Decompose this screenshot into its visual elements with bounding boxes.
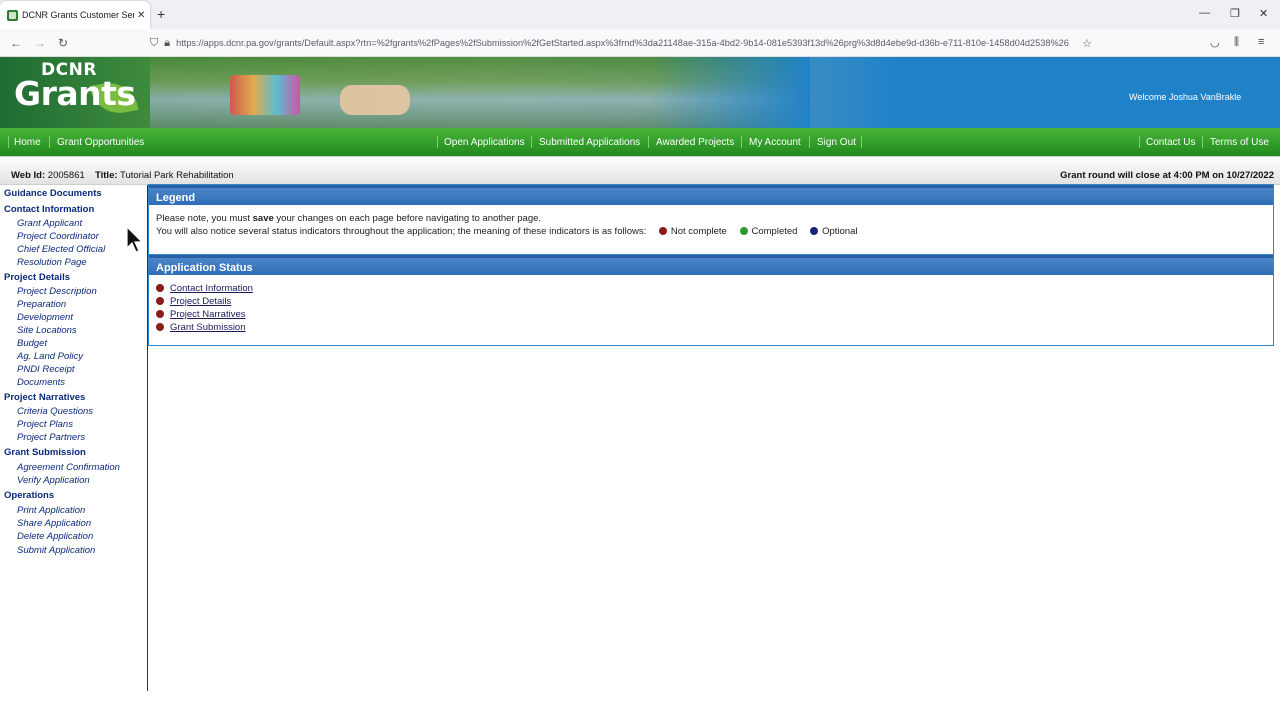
restore-icon[interactable]: ❐ xyxy=(1230,7,1240,20)
menu-home[interactable]: Home xyxy=(14,137,41,148)
menu-terms-of-use[interactable]: Terms of Use xyxy=(1210,137,1269,148)
sidebar-item-criteria-questions[interactable]: Criteria Questions xyxy=(17,406,93,417)
menu-submitted-applications[interactable]: Submitted Applications xyxy=(539,137,640,148)
sidebar-project-narratives[interactable]: Project Narratives xyxy=(4,392,85,403)
back-icon[interactable]: ← xyxy=(10,36,22,50)
not-complete-dot-icon xyxy=(156,297,164,305)
status-item: Project Narratives xyxy=(156,309,246,320)
library-icon[interactable]: ⫼ xyxy=(1234,36,1239,49)
status-link-grant-submission[interactable]: Grant Submission xyxy=(170,322,246,333)
address-bar[interactable]: ⛉ 🔒︎ https://apps.dcnr.pa.gov/grants/Def… xyxy=(150,32,1125,54)
not-complete-dot-icon xyxy=(156,310,164,318)
banner-photo xyxy=(150,57,810,128)
tab-title: DCNR Grants Customer Service xyxy=(22,10,134,20)
pocket-icon[interactable]: ◡ xyxy=(1210,36,1220,49)
browser-nav-bar: ← → ↻ ⛉ 🔒︎ https://apps.dcnr.pa.gov/gran… xyxy=(0,29,1280,57)
mouse-cursor-icon xyxy=(126,226,144,253)
application-status-title: Application Status xyxy=(149,255,1273,275)
sidebar-nav: Guidance Documents Contact Information G… xyxy=(0,185,148,691)
completed-dot-icon xyxy=(739,227,748,235)
browser-tab-bar: DCNR Grants Customer Service ✕ + — ❐ ✕ xyxy=(0,0,1280,29)
sidebar-item-chief-elected-official[interactable]: Chief Elected Official xyxy=(17,244,105,255)
menu-awarded-projects[interactable]: Awarded Projects xyxy=(656,137,734,148)
menu-open-applications[interactable]: Open Applications xyxy=(444,137,525,148)
sidebar-item-budget[interactable]: Budget xyxy=(17,338,47,349)
sidebar-grant-submission[interactable]: Grant Submission xyxy=(4,447,86,458)
sidebar-item-project-plans[interactable]: Project Plans xyxy=(17,419,73,430)
web-id: Web Id: 2005861 xyxy=(11,170,85,181)
forward-icon[interactable]: → xyxy=(34,36,46,50)
menu-my-account[interactable]: My Account xyxy=(749,137,801,148)
sidebar-item-development[interactable]: Development xyxy=(17,312,73,323)
sidebar-item-grant-applicant[interactable]: Grant Applicant xyxy=(17,218,82,229)
sidebar-item-agreement-confirmation[interactable]: Agreement Confirmation xyxy=(17,462,120,473)
application-title: Title: Tutorial Park Rehabilitation xyxy=(95,170,234,181)
reload-icon[interactable]: ↻ xyxy=(58,36,68,50)
legend-indicators-note: You will also notice several status indi… xyxy=(156,226,858,237)
sidebar-item-project-coordinator[interactable]: Project Coordinator xyxy=(17,231,99,242)
not-complete-dot-icon xyxy=(156,284,164,292)
sidebar-item-delete-application[interactable]: Delete Application xyxy=(17,531,93,542)
sidebar-item-submit-application[interactable]: Submit Application xyxy=(17,545,95,556)
status-item: Contact Information xyxy=(156,283,253,294)
legend-panel: Legend Please note, you must save your c… xyxy=(148,184,1274,255)
menu-sign-out[interactable]: Sign Out xyxy=(817,137,856,148)
application-status-panel: Application Status Contact Information P… xyxy=(148,254,1274,346)
sidebar-item-documents[interactable]: Documents xyxy=(17,377,65,388)
sidebar-item-preparation[interactable]: Preparation xyxy=(17,299,66,310)
optional-dot-icon xyxy=(810,227,819,235)
menu-contact-us[interactable]: Contact Us xyxy=(1146,137,1195,148)
browser-tab[interactable]: DCNR Grants Customer Service ✕ xyxy=(0,1,150,29)
sidebar-contact-information[interactable]: Contact Information xyxy=(4,204,94,215)
sidebar-guidance-documents[interactable]: Guidance Documents xyxy=(4,188,102,199)
sidebar-item-ag-land-policy[interactable]: Ag. Land Policy xyxy=(17,351,83,362)
legend-title: Legend xyxy=(149,185,1273,205)
playground-image xyxy=(230,75,300,115)
status-link-contact-information[interactable]: Contact Information xyxy=(170,283,253,294)
sidebar-item-share-application[interactable]: Share Application xyxy=(17,518,91,529)
status-link-project-narratives[interactable]: Project Narratives xyxy=(170,309,246,320)
sidebar-item-site-locations[interactable]: Site Locations xyxy=(17,325,77,336)
close-tab-icon[interactable]: ✕ xyxy=(137,10,145,21)
site-favicon-icon xyxy=(7,9,18,21)
welcome-text: Welcome Joshua VanBrakle xyxy=(1129,92,1242,102)
sidebar-item-verify-application[interactable]: Verify Application xyxy=(17,475,90,486)
menu-grant-opportunities[interactable]: Grant Opportunities xyxy=(57,137,144,148)
application-info-bar: Web Id: 2005861 Title: Tutorial Park Reh… xyxy=(0,156,1280,185)
main-menu: Home Grant Opportunities Open Applicatio… xyxy=(0,128,1280,156)
lock-icon[interactable]: 🔒︎ xyxy=(164,37,170,50)
sidebar-operations: Operations xyxy=(4,490,55,501)
dcnr-grants-logo[interactable]: DCNR Grants xyxy=(14,62,136,111)
not-complete-dot-icon xyxy=(658,227,667,235)
shield-icon[interactable]: ⛉ xyxy=(150,37,158,50)
status-item: Grant Submission xyxy=(156,322,246,333)
status-item: Project Details xyxy=(156,296,231,307)
new-tab-icon[interactable]: + xyxy=(157,6,165,22)
not-complete-dot-icon xyxy=(156,323,164,331)
sidebar-project-details[interactable]: Project Details xyxy=(4,272,70,283)
minimize-icon[interactable]: — xyxy=(1199,7,1210,19)
status-link-project-details[interactable]: Project Details xyxy=(170,296,231,307)
bookmark-star-icon[interactable]: ☆ xyxy=(1082,37,1092,50)
legend-save-note: Please note, you must save your changes … xyxy=(156,213,542,224)
url-text[interactable]: https://apps.dcnr.pa.gov/grants/Default.… xyxy=(176,38,1076,48)
handshake-image xyxy=(340,85,410,115)
sidebar-item-resolution-page[interactable]: Resolution Page xyxy=(17,257,87,268)
round-close-notice: Grant round will close at 4:00 PM on 10/… xyxy=(1060,170,1274,181)
sidebar-item-print-application[interactable]: Print Application xyxy=(17,505,85,516)
close-window-icon[interactable]: ✕ xyxy=(1259,7,1268,20)
sidebar-item-project-partners[interactable]: Project Partners xyxy=(17,432,85,443)
sidebar-item-pndi-receipt[interactable]: PNDI Receipt xyxy=(17,364,75,375)
sidebar-item-project-description[interactable]: Project Description xyxy=(17,286,97,297)
site-banner: DCNR Grants xyxy=(0,57,1280,128)
menu-icon[interactable]: ≡ xyxy=(1258,36,1264,48)
